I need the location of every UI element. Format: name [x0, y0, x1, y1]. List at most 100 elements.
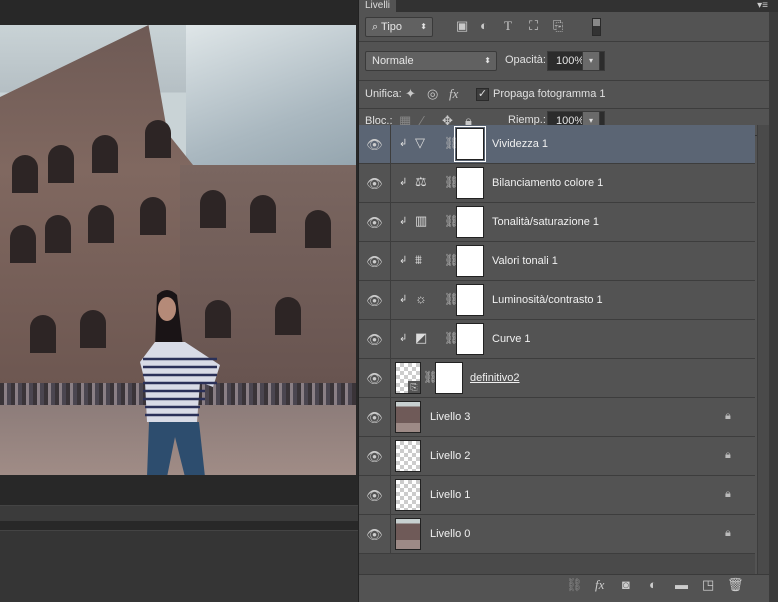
- unify-label: Unifica:: [365, 88, 402, 100]
- layer-livello-3[interactable]: 👁︎ Livello 3 🔒︎: [359, 398, 755, 437]
- new-adjustment-icon[interactable]: ◐: [649, 577, 657, 592]
- layer-name[interactable]: Livello 0: [430, 515, 470, 554]
- visibility-eye-icon[interactable]: 👁︎: [359, 203, 391, 242]
- canvas-area[interactable]: [0, 0, 358, 602]
- panel-scrollbar[interactable]: [769, 12, 778, 602]
- arch: [48, 145, 74, 183]
- arch: [12, 155, 38, 193]
- layer-livello-1[interactable]: 👁︎ Livello 1 🔒︎: [359, 476, 755, 515]
- layer-mask-thumbnail[interactable]: [456, 167, 484, 199]
- link-layers-icon[interactable]: ⛓: [566, 577, 583, 593]
- layer-mask-thumbnail[interactable]: [435, 362, 463, 394]
- timeline-bar: [0, 505, 358, 521]
- curves-icon: ◩: [415, 330, 428, 345]
- arch: [10, 225, 36, 263]
- new-group-folder-icon[interactable]: ▬: [675, 577, 688, 592]
- smart-object-filter-icon[interactable]: ⎘: [553, 16, 563, 36]
- layer-mask-thumbnail[interactable]: [454, 126, 486, 162]
- layer-livello-0[interactable]: 👁︎ Livello 0 🔒︎: [359, 515, 755, 554]
- visibility-eye-icon[interactable]: 👁︎: [359, 476, 391, 515]
- add-mask-icon[interactable]: ◙: [622, 577, 630, 592]
- adjustment-filter-icon[interactable]: ◐: [480, 16, 488, 36]
- lock-icon[interactable]: 🔒︎: [725, 527, 731, 540]
- layer-luminosita-contrasto-1[interactable]: 👁︎ ↲ ☼ ⛓ Luminosità/contrasto 1: [359, 281, 755, 320]
- layer-mask-thumbnail[interactable]: [456, 284, 484, 316]
- layer-name[interactable]: Tonalità/saturazione 1: [492, 203, 599, 242]
- trash-icon[interactable]: 🗑︎: [727, 577, 744, 593]
- propagate-checkbox[interactable]: ✓: [476, 88, 489, 101]
- visibility-eye-icon[interactable]: 👁︎: [359, 242, 391, 281]
- image-filter-icon[interactable]: ▣: [456, 16, 468, 36]
- updown-icon: ⬍: [420, 22, 427, 31]
- layer-name[interactable]: Bilanciamento colore 1: [492, 164, 603, 203]
- layer-valori-tonali-1[interactable]: 👁︎ ↲ ⩩ ⛓ Valori tonali 1: [359, 242, 755, 281]
- filter-toggle[interactable]: [592, 18, 601, 36]
- layer-thumbnail[interactable]: [395, 518, 421, 550]
- arch: [92, 135, 118, 173]
- visibility-eye-icon[interactable]: 👁︎: [359, 164, 391, 203]
- updown-icon: ⬍: [484, 56, 491, 65]
- layer-name[interactable]: Vividezza 1: [492, 125, 548, 164]
- visibility-eye-icon[interactable]: 👁︎: [359, 437, 391, 476]
- levels-icon: ⩩: [415, 252, 422, 267]
- filter-kind-value: Tipo: [381, 21, 403, 33]
- arch: [30, 315, 56, 353]
- layer-mask-thumbnail[interactable]: [456, 245, 484, 277]
- layer-tonalita-saturazione-1[interactable]: 👁︎ ↲ ▥ ⛓ Tonalità/saturazione 1: [359, 203, 755, 242]
- shape-filter-icon[interactable]: ⛶: [529, 16, 538, 36]
- clipping-arrow-icon: ↲: [399, 138, 408, 149]
- layer-name[interactable]: Livello 1: [430, 476, 470, 515]
- layer-definitivo2[interactable]: 👁︎ ⎘ ⛓ definitivo2: [359, 359, 755, 398]
- visibility-eye-icon[interactable]: 👁︎: [359, 281, 391, 320]
- filter-row: ⌕ Tipo ⬍ ▣ ◐ T ⛶ ⎘: [359, 12, 769, 42]
- arch: [45, 215, 71, 253]
- layer-name[interactable]: Valori tonali 1: [492, 242, 558, 281]
- unify-visibility-icon[interactable]: ◎: [427, 84, 438, 104]
- panel-tab-bar: Livelli ▾≡: [359, 0, 778, 12]
- layers-scrollbar[interactable]: [757, 125, 769, 574]
- opacity-dropdown[interactable]: ▾: [582, 51, 600, 71]
- unify-style-icon[interactable]: fx: [449, 84, 458, 104]
- layer-thumbnail[interactable]: [395, 440, 421, 472]
- type-filter-icon[interactable]: T: [504, 16, 512, 36]
- visibility-eye-icon[interactable]: 👁︎: [359, 515, 391, 554]
- clipping-arrow-icon: ↲: [399, 255, 408, 266]
- lock-icon[interactable]: 🔒︎: [725, 449, 731, 462]
- document-image[interactable]: [0, 25, 356, 475]
- layer-name[interactable]: definitivo2: [470, 359, 520, 398]
- layer-mask-thumbnail[interactable]: [456, 323, 484, 355]
- layer-livello-2[interactable]: 👁︎ Livello 2 🔒︎: [359, 437, 755, 476]
- layer-vividezza-1[interactable]: 👁︎ ↲ ▽ ⛓ Vividezza 1: [359, 125, 755, 164]
- layers-list: 👁︎ ↲ ▽ ⛓ Vividezza 1 👁︎ ↲ ⚖ ⛓ Bilanciamento colo…: [359, 125, 755, 554]
- filter-kind-select[interactable]: ⌕ Tipo ⬍: [365, 17, 433, 37]
- vibrance-icon: ▽: [415, 135, 425, 150]
- layer-mask-thumbnail[interactable]: [456, 206, 484, 238]
- layers-footer: ⛓ fx ◙ ◐ ▬ ◳ 🗑︎: [359, 574, 771, 596]
- layer-name[interactable]: Curve 1: [492, 320, 531, 359]
- smart-object-thumbnail[interactable]: ⎘: [395, 362, 421, 394]
- layer-name[interactable]: Livello 3: [430, 398, 470, 437]
- lock-icon[interactable]: 🔒︎: [725, 488, 731, 501]
- unify-row: Unifica: ✦ ◎ fx ✓ Propaga fotogramma 1: [359, 81, 769, 109]
- visibility-eye-icon[interactable]: 👁︎: [359, 359, 391, 398]
- unify-position-icon[interactable]: ✦: [405, 84, 416, 104]
- layer-name[interactable]: Luminosità/contrasto 1: [492, 281, 603, 320]
- layer-curve-1[interactable]: 👁︎ ↲ ◩ ⛓ Curve 1: [359, 320, 755, 359]
- visibility-eye-icon[interactable]: 👁︎: [359, 398, 391, 437]
- brightness-contrast-icon: ☼: [415, 291, 427, 306]
- layer-thumbnail[interactable]: [395, 479, 421, 511]
- tab-livelli[interactable]: Livelli: [359, 0, 397, 12]
- layer-bilanciamento-colore-1[interactable]: 👁︎ ↲ ⚖ ⛓ Bilanciamento colore 1: [359, 164, 755, 203]
- panel-menu-icon[interactable]: ▾≡: [757, 0, 768, 12]
- clipping-arrow-icon: ↲: [399, 294, 408, 305]
- layer-name[interactable]: Livello 2: [430, 437, 470, 476]
- blend-mode-select[interactable]: Normale ⬍: [365, 51, 497, 71]
- layer-thumbnail[interactable]: [395, 401, 421, 433]
- fx-icon[interactable]: fx: [595, 577, 604, 593]
- new-layer-icon[interactable]: ◳: [702, 577, 714, 593]
- search-icon: ⌕: [372, 21, 382, 33]
- lock-icon[interactable]: 🔒︎: [725, 410, 731, 423]
- color-balance-icon: ⚖: [415, 174, 427, 189]
- visibility-eye-icon[interactable]: 👁︎: [359, 320, 391, 359]
- visibility-eye-icon[interactable]: 👁︎: [359, 125, 391, 164]
